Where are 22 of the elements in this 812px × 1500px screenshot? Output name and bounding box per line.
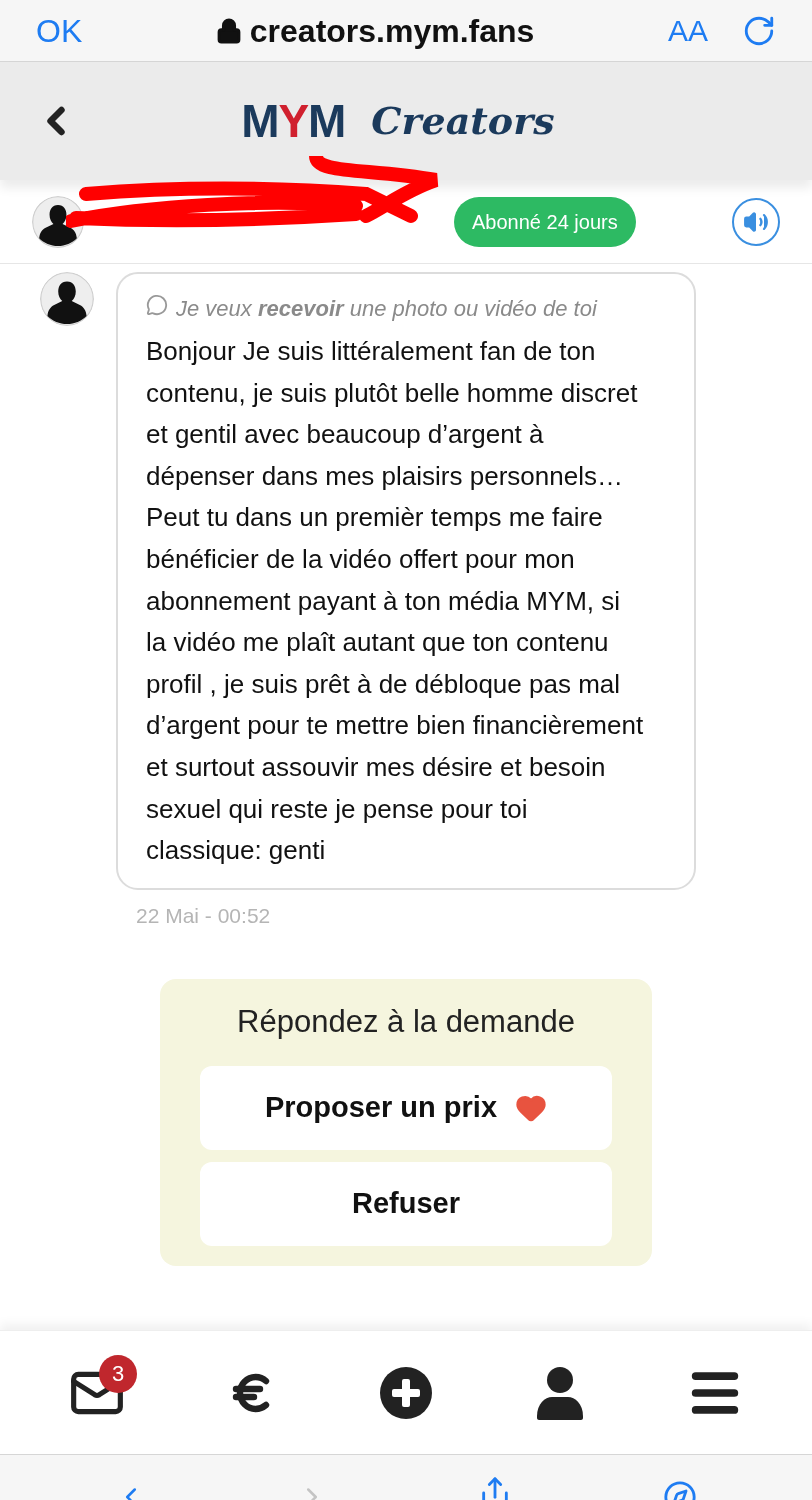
plus-circle-icon (379, 1366, 432, 1419)
speech-bubble-icon (146, 294, 168, 316)
lock-icon (215, 17, 242, 44)
sender-avatar (40, 272, 94, 326)
url-text[interactable]: creators.mym.fans (249, 14, 535, 47)
message-time: 22 Mai - 00:52 (136, 902, 272, 929)
logo-letter: M (308, 98, 346, 144)
message-text: Bonjour Je suis littéralement fan de ton contenu, je suis plutôt belle homme discret et gentil avec beaucoup d’argent à dépenser dans mes plaisirs personnels… Peut tu dans un premièr temps me faire bénéficier de la vidéo offert pour mon abonnement payant à ton média MYM, si la vidéo me plaît autant que ton contenu profil , je suis prêt à de débloque pas mal d’argent pour te mettre bien financièrement et surtout assouvir mes désire et besoin sexuel qui reste je pense pour toi classique: genti (146, 335, 644, 868)
tab-bar-item[interactable]: 3 (57, 1352, 138, 1433)
avatar (32, 195, 84, 248)
logo-letter: M (241, 98, 279, 144)
subscription-badge: Abonné 24 jours (454, 196, 636, 247)
reply-button[interactable]: Proposer un prix (200, 1065, 612, 1150)
text-size-button[interactable]: AA (667, 15, 708, 46)
request-text: Je veux recevoir une photo ou vidéo de toi (176, 295, 597, 323)
done-button[interactable]: OK (36, 14, 83, 47)
reply-card-title: Répondez à la demande (236, 1003, 576, 1042)
brand-text: Creators (371, 102, 555, 140)
unread-badge: 3 (99, 1354, 138, 1393)
logo-letter: Y (278, 98, 309, 144)
reply-button[interactable]: Refuser (200, 1161, 612, 1246)
sound-button[interactable] (732, 197, 780, 246)
